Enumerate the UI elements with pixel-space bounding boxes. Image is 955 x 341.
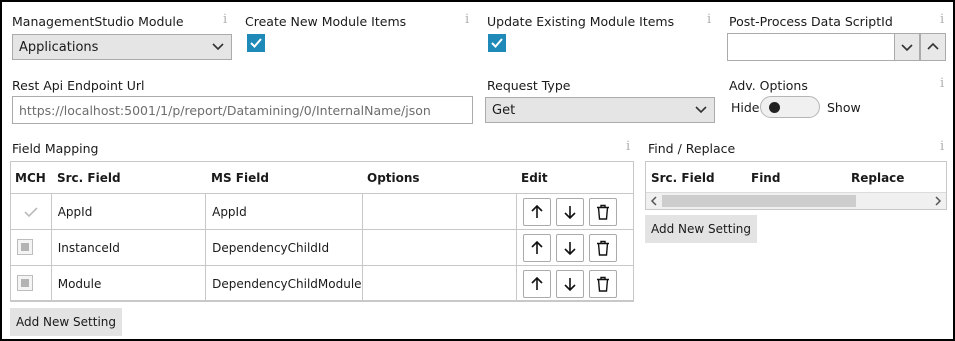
find-replace-grid: Src. Field Find Replace	[645, 161, 947, 210]
indeterminate-checkbox[interactable]	[17, 239, 33, 255]
options-cell[interactable]	[361, 265, 517, 302]
edit-cell	[515, 193, 635, 230]
field-mapping-table: AppId AppId InstanceId DependencyChildId	[10, 193, 635, 302]
ms-field-cell[interactable]: DependencyChildId	[205, 229, 363, 266]
col-find: Find	[751, 171, 781, 185]
table-row[interactable]: AppId AppId	[10, 193, 635, 230]
post-process-label: Post-Process Data ScriptId	[729, 14, 893, 29]
spin-down-button[interactable]	[894, 33, 920, 61]
src-field-cell[interactable]: Module	[50, 265, 207, 302]
arrow-down-icon	[563, 205, 576, 219]
checkmark-icon	[250, 38, 262, 48]
update-existing-label: Update Existing Module Items	[487, 14, 675, 29]
options-cell[interactable]	[361, 193, 517, 230]
horizontal-scrollbar[interactable]	[646, 192, 946, 209]
move-down-button[interactable]	[555, 233, 584, 262]
table-row[interactable]: Module DependencyChildModule	[10, 265, 635, 302]
col-ms-field: MS Field	[211, 171, 269, 185]
chevron-down-icon	[212, 43, 224, 51]
move-up-button[interactable]	[522, 197, 551, 226]
move-up-button[interactable]	[522, 269, 551, 298]
arrow-down-icon	[563, 277, 576, 291]
adv-options-label: Adv. Options	[729, 78, 808, 93]
col-src-field: Src. Field	[651, 171, 715, 185]
arrow-up-icon	[530, 240, 543, 254]
settings-panel: ManagementStudio Module i Applications C…	[0, 0, 955, 341]
find-replace-add-button[interactable]: Add New Setting	[645, 215, 758, 243]
update-existing-info-icon[interactable]: i	[707, 12, 711, 27]
rest-api-value: https://localhost:5001/1/p/report/Datami…	[19, 103, 431, 118]
create-new-info-icon[interactable]: i	[465, 12, 469, 27]
check-disabled-icon	[24, 207, 38, 218]
edit-cell	[515, 265, 635, 302]
table-row[interactable]: InstanceId DependencyChildId	[10, 229, 635, 266]
module-select[interactable]: Applications	[12, 34, 232, 60]
indeterminate-checkbox[interactable]	[17, 275, 33, 291]
chevron-right-icon[interactable]	[933, 196, 943, 206]
col-replace: Replace	[851, 171, 905, 185]
edit-cell	[515, 229, 635, 266]
arrow-down-icon	[563, 241, 576, 255]
request-type-value: Get	[492, 103, 516, 118]
adv-options-info-icon[interactable]: i	[940, 76, 944, 91]
field-mapping-title: Field Mapping	[12, 141, 99, 156]
ms-field-cell[interactable]: AppId	[205, 193, 363, 230]
post-process-info-icon[interactable]: i	[940, 12, 944, 27]
field-mapping-info-icon[interactable]: i	[626, 139, 630, 154]
ms-field-cell[interactable]: DependencyChildModule	[205, 265, 363, 302]
mch-cell[interactable]	[10, 193, 52, 230]
chevron-up-icon	[927, 42, 939, 50]
chevron-left-icon[interactable]	[649, 196, 659, 206]
move-down-button[interactable]	[555, 197, 584, 226]
adv-options-hide-label: Hide	[731, 100, 760, 115]
mch-cell[interactable]	[10, 265, 52, 302]
adv-options-show-label: Show	[827, 100, 861, 115]
find-replace-info-icon[interactable]: i	[940, 139, 944, 154]
arrow-up-icon	[530, 204, 543, 218]
trash-icon	[596, 204, 609, 220]
field-mapping-grid: MCH Src. Field MS Field Options Edit App…	[10, 161, 635, 302]
trash-icon	[596, 276, 609, 292]
chevron-down-icon	[695, 106, 707, 114]
scrollbar-thumb[interactable]	[662, 195, 856, 207]
move-up-button[interactable]	[522, 233, 551, 262]
col-options: Options	[367, 171, 420, 185]
adv-options-toggle[interactable]	[760, 96, 820, 118]
module-select-value: Applications	[19, 40, 99, 55]
find-replace-title: Find / Replace	[648, 141, 736, 156]
options-cell[interactable]	[361, 229, 517, 266]
request-type-label: Request Type	[487, 78, 571, 93]
chevron-down-icon	[901, 44, 913, 52]
request-type-select[interactable]: Get	[485, 97, 715, 123]
checkmark-icon	[491, 38, 503, 48]
col-edit: Edit	[521, 171, 548, 185]
post-process-input[interactable]	[727, 33, 895, 61]
create-new-checkbox[interactable]	[247, 34, 265, 52]
col-src-field: Src. Field	[57, 171, 121, 185]
trash-icon	[596, 240, 609, 256]
mch-cell[interactable]	[10, 229, 52, 266]
src-field-cell[interactable]: InstanceId	[50, 229, 207, 266]
rest-api-input[interactable]: https://localhost:5001/1/p/report/Datami…	[12, 96, 473, 124]
module-info-icon[interactable]: i	[223, 12, 227, 27]
src-field-cell[interactable]: AppId	[50, 193, 207, 230]
move-down-button[interactable]	[555, 269, 584, 298]
col-mch: MCH	[15, 171, 46, 185]
arrow-up-icon	[530, 276, 543, 290]
toggle-knob	[769, 102, 780, 113]
field-mapping-add-button[interactable]: Add New Setting	[10, 308, 123, 336]
delete-button[interactable]	[588, 233, 617, 262]
delete-button[interactable]	[588, 197, 617, 226]
delete-button[interactable]	[588, 269, 617, 298]
create-new-label: Create New Module Items	[245, 14, 407, 29]
module-label: ManagementStudio Module	[12, 14, 184, 29]
update-existing-checkbox[interactable]	[488, 34, 506, 52]
rest-api-label: Rest Api Endpoint Url	[12, 78, 145, 93]
spin-up-button[interactable]	[920, 33, 946, 61]
